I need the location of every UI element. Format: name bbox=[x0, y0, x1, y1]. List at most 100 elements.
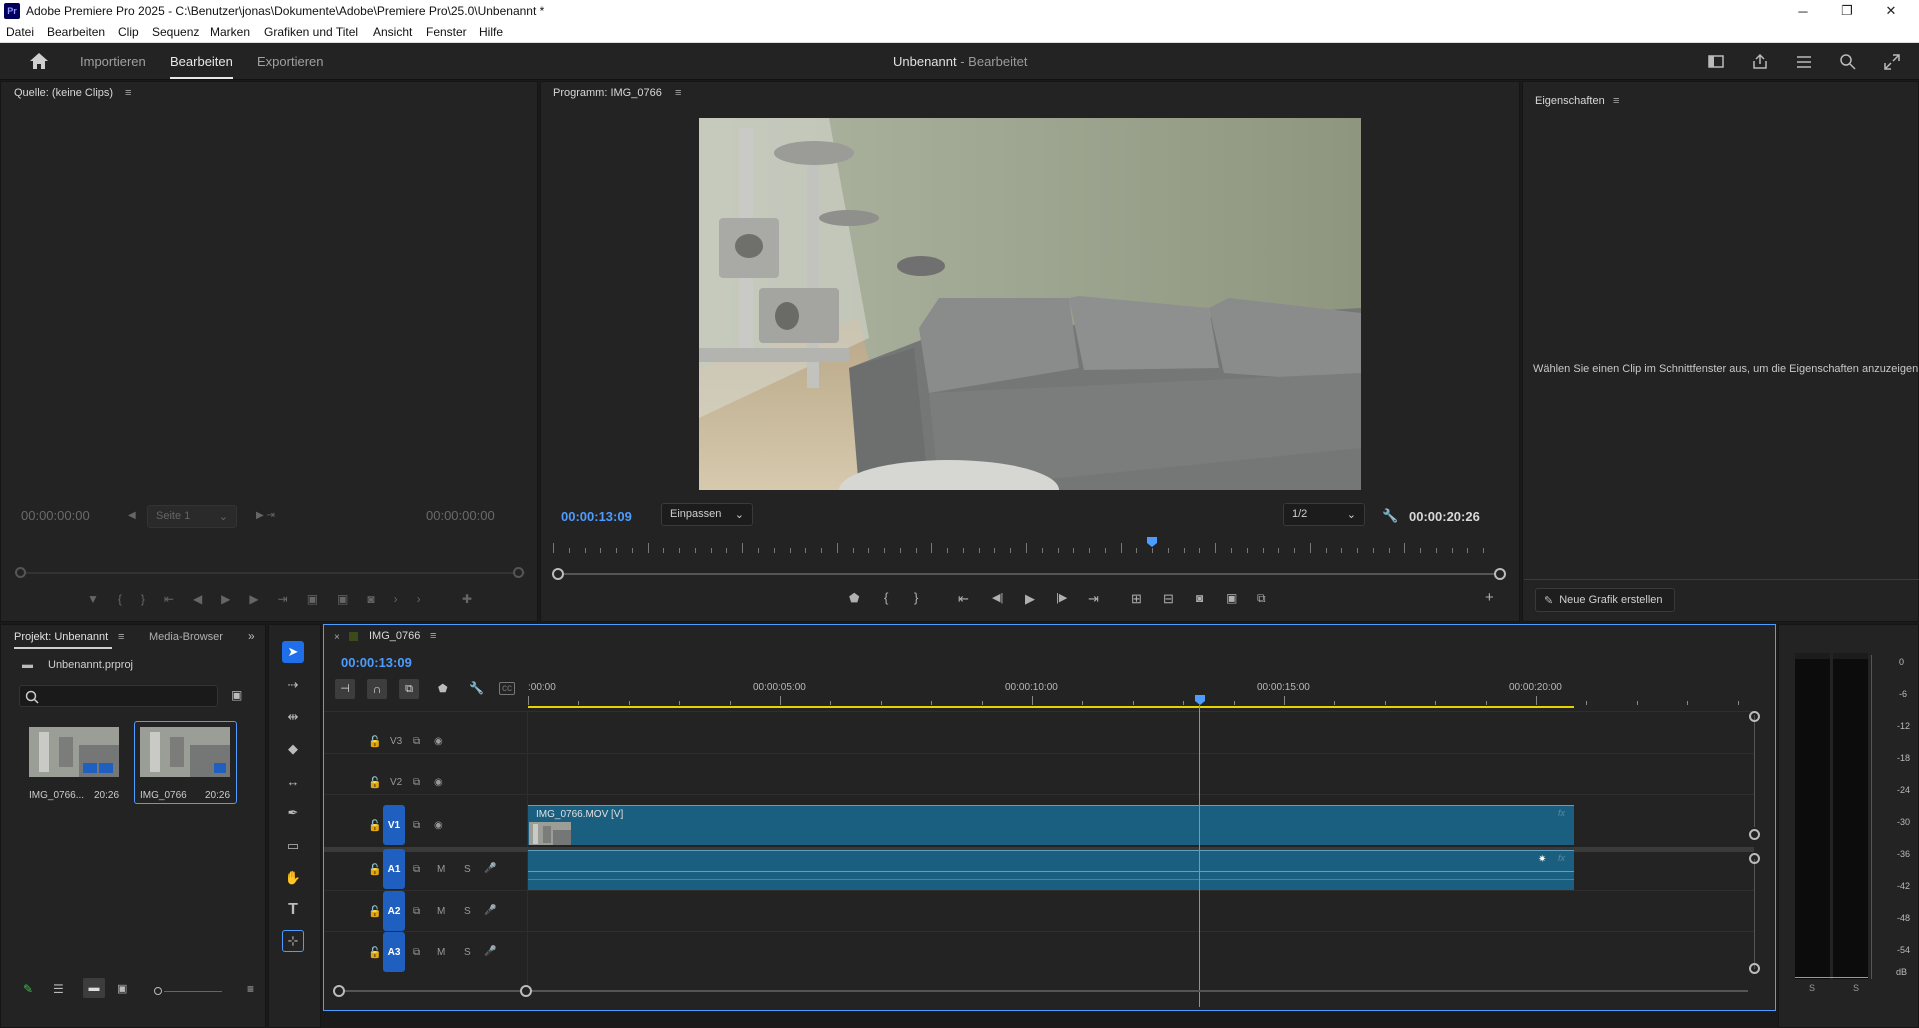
search-icon[interactable] bbox=[1838, 52, 1858, 72]
project-item-thumb-2[interactable] bbox=[140, 727, 230, 777]
lock-a3-icon[interactable]: 🔓 bbox=[368, 946, 382, 959]
program-video-frame[interactable] bbox=[699, 118, 1361, 490]
track-v1-target[interactable]: V1 bbox=[383, 805, 405, 845]
video-clip[interactable]: IMG_0766.MOV [V] fx bbox=[528, 805, 1574, 845]
program-time-ruler[interactable] bbox=[553, 541, 1499, 555]
resolution-select[interactable]: 1/2 ⌄ bbox=[1283, 503, 1365, 526]
panel-layout-icon[interactable] bbox=[1706, 52, 1726, 72]
menu-clip[interactable]: Clip bbox=[118, 25, 139, 39]
solo-a2-button[interactable]: S bbox=[464, 906, 471, 917]
freeform-view-icon[interactable]: ▣ bbox=[117, 982, 127, 995]
mark-out-icon[interactable]: } bbox=[914, 590, 918, 605]
export-frame-icon[interactable]: ◙ bbox=[1196, 591, 1203, 605]
mute-a1-button[interactable]: M bbox=[437, 864, 445, 875]
rectangle-tool-icon[interactable]: ▭ bbox=[282, 835, 304, 857]
share-icon[interactable] bbox=[1750, 52, 1770, 72]
sync-a1-icon[interactable]: ⧉ bbox=[413, 864, 420, 875]
source-next-icon[interactable]: ▶ ⇥ bbox=[256, 510, 275, 521]
sequence-menu-icon[interactable]: ≡ bbox=[430, 630, 436, 642]
minimize-button[interactable]: ─ bbox=[1781, 0, 1825, 22]
zoom-slider-handle[interactable] bbox=[154, 987, 162, 995]
solo-a1-button[interactable]: S bbox=[464, 864, 471, 875]
add-marker-icon[interactable]: ⬟ bbox=[849, 591, 859, 605]
type-tool-icon[interactable]: T bbox=[282, 899, 304, 921]
step-forward-icon[interactable]: |▶ bbox=[1056, 591, 1067, 604]
eye-v2-icon[interactable]: ◉ bbox=[434, 777, 443, 788]
snap-icon[interactable]: ∩ bbox=[367, 679, 387, 699]
source-in-handle[interactable] bbox=[15, 567, 26, 578]
audio-scroll-top-handle[interactable] bbox=[1749, 853, 1760, 864]
program-menu-icon[interactable]: ≡ bbox=[675, 87, 681, 99]
timeline-scroll-start-handle[interactable] bbox=[333, 985, 345, 997]
timeline-timecode[interactable]: 00:00:13:09 bbox=[341, 655, 412, 670]
eye-v3-icon[interactable]: ◉ bbox=[434, 736, 443, 747]
new-bin-icon[interactable]: ▣ bbox=[231, 688, 242, 702]
timeline-playhead-head[interactable] bbox=[1195, 695, 1205, 705]
writable-pencil-icon[interactable]: ✎ bbox=[23, 982, 33, 996]
tab-bearbeiten[interactable]: Bearbeiten bbox=[170, 54, 233, 69]
lift-icon[interactable]: ⊞ bbox=[1131, 591, 1142, 607]
menu-marken[interactable]: Marken bbox=[210, 25, 250, 39]
source-page-select[interactable]: Seite 1 ⌄ bbox=[147, 505, 237, 528]
video-scroll-top-handle[interactable] bbox=[1749, 711, 1760, 722]
play-icon[interactable]: ▶ bbox=[1025, 591, 1035, 607]
sync-v3-icon[interactable]: ⧉ bbox=[413, 736, 420, 747]
close-sequence-icon[interactable]: × bbox=[334, 632, 340, 643]
nest-toggle-icon[interactable]: ⊣ bbox=[335, 679, 355, 699]
program-zoom-start-handle[interactable] bbox=[552, 568, 564, 580]
menu-fenster[interactable]: Fenster bbox=[426, 25, 467, 39]
track-a3-target[interactable]: A3 bbox=[383, 932, 405, 972]
home-icon[interactable] bbox=[29, 52, 49, 70]
tab-importieren[interactable]: Importieren bbox=[80, 54, 146, 69]
timeline-settings-icon[interactable]: 🔧 bbox=[469, 681, 484, 695]
mark-in-icon[interactable]: { bbox=[884, 590, 888, 605]
track-a1-target[interactable]: A1 bbox=[383, 849, 405, 889]
program-playhead[interactable] bbox=[1147, 537, 1157, 547]
lock-v1-icon[interactable]: 🔓 bbox=[368, 819, 382, 832]
menu-sequenz[interactable]: Sequenz bbox=[152, 25, 199, 39]
solo-left-button[interactable]: S bbox=[1809, 983, 1815, 993]
comparison-view-icon[interactable]: ▣ bbox=[1226, 591, 1237, 605]
track-a2-target[interactable]: A2 bbox=[383, 891, 405, 931]
razor-tool-icon[interactable]: ◆ bbox=[282, 738, 304, 760]
lock-a2-icon[interactable]: 🔓 bbox=[368, 905, 382, 918]
video-vertical-scrollbar[interactable] bbox=[1754, 715, 1755, 827]
project-item-thumb-1[interactable] bbox=[29, 727, 119, 777]
solo-right-button[interactable]: S bbox=[1853, 983, 1859, 993]
audio-scroll-bottom-handle[interactable] bbox=[1749, 963, 1760, 974]
workspaces-icon[interactable] bbox=[1794, 52, 1814, 72]
voiceover-a1-icon[interactable]: 🎤 bbox=[484, 863, 496, 874]
mute-a3-button[interactable]: M bbox=[437, 947, 445, 958]
list-view-icon[interactable]: ☰ bbox=[53, 982, 64, 996]
sequence-name[interactable]: IMG_0766 bbox=[369, 630, 420, 642]
program-zoom-end-handle[interactable] bbox=[1494, 568, 1506, 580]
voiceover-a2-icon[interactable]: 🎤 bbox=[484, 905, 496, 916]
lock-a1-icon[interactable]: 🔓 bbox=[368, 863, 382, 876]
hand-tool-icon[interactable]: ✋ bbox=[282, 867, 304, 889]
pen-tool-icon[interactable]: ✒ bbox=[282, 802, 304, 824]
video-scroll-bottom-handle[interactable] bbox=[1749, 829, 1760, 840]
fullscreen-icon[interactable] bbox=[1882, 52, 1902, 72]
lock-v3-icon[interactable]: 🔓 bbox=[368, 735, 382, 748]
new-graphic-button[interactable]: ✎ Neue Grafik erstellen bbox=[1535, 588, 1675, 612]
go-to-in-icon[interactable]: ⇤ bbox=[958, 591, 969, 607]
menu-hilfe[interactable]: Hilfe bbox=[479, 25, 503, 39]
fit-select[interactable]: Einpassen ⌄ bbox=[661, 503, 753, 526]
close-button[interactable]: ✕ bbox=[1869, 0, 1913, 22]
proxy-toggle-icon[interactable]: ⧉ bbox=[1257, 591, 1266, 606]
timeline-scroll-end-handle[interactable] bbox=[520, 985, 532, 997]
solo-a3-button[interactable]: S bbox=[464, 947, 471, 958]
source-menu-icon[interactable]: ≡ bbox=[125, 87, 131, 99]
step-back-icon[interactable]: ◀| bbox=[992, 591, 1003, 604]
eye-v1-icon[interactable]: ◉ bbox=[434, 820, 443, 831]
captions-icon[interactable]: cc bbox=[499, 682, 515, 695]
lock-v2-icon[interactable]: 🔓 bbox=[368, 776, 382, 789]
project-search-input[interactable] bbox=[19, 685, 218, 707]
slip-tool-icon[interactable]: ↔ bbox=[282, 770, 304, 792]
program-zoom-bar[interactable] bbox=[557, 573, 1501, 575]
sync-a2-icon[interactable]: ⧉ bbox=[413, 906, 420, 917]
work-area-bar[interactable] bbox=[528, 706, 1574, 708]
tab-media-browser[interactable]: Media-Browser bbox=[149, 631, 223, 643]
icon-view-icon[interactable]: ▬ bbox=[83, 978, 105, 998]
sync-v1-icon[interactable]: ⧉ bbox=[413, 820, 420, 831]
